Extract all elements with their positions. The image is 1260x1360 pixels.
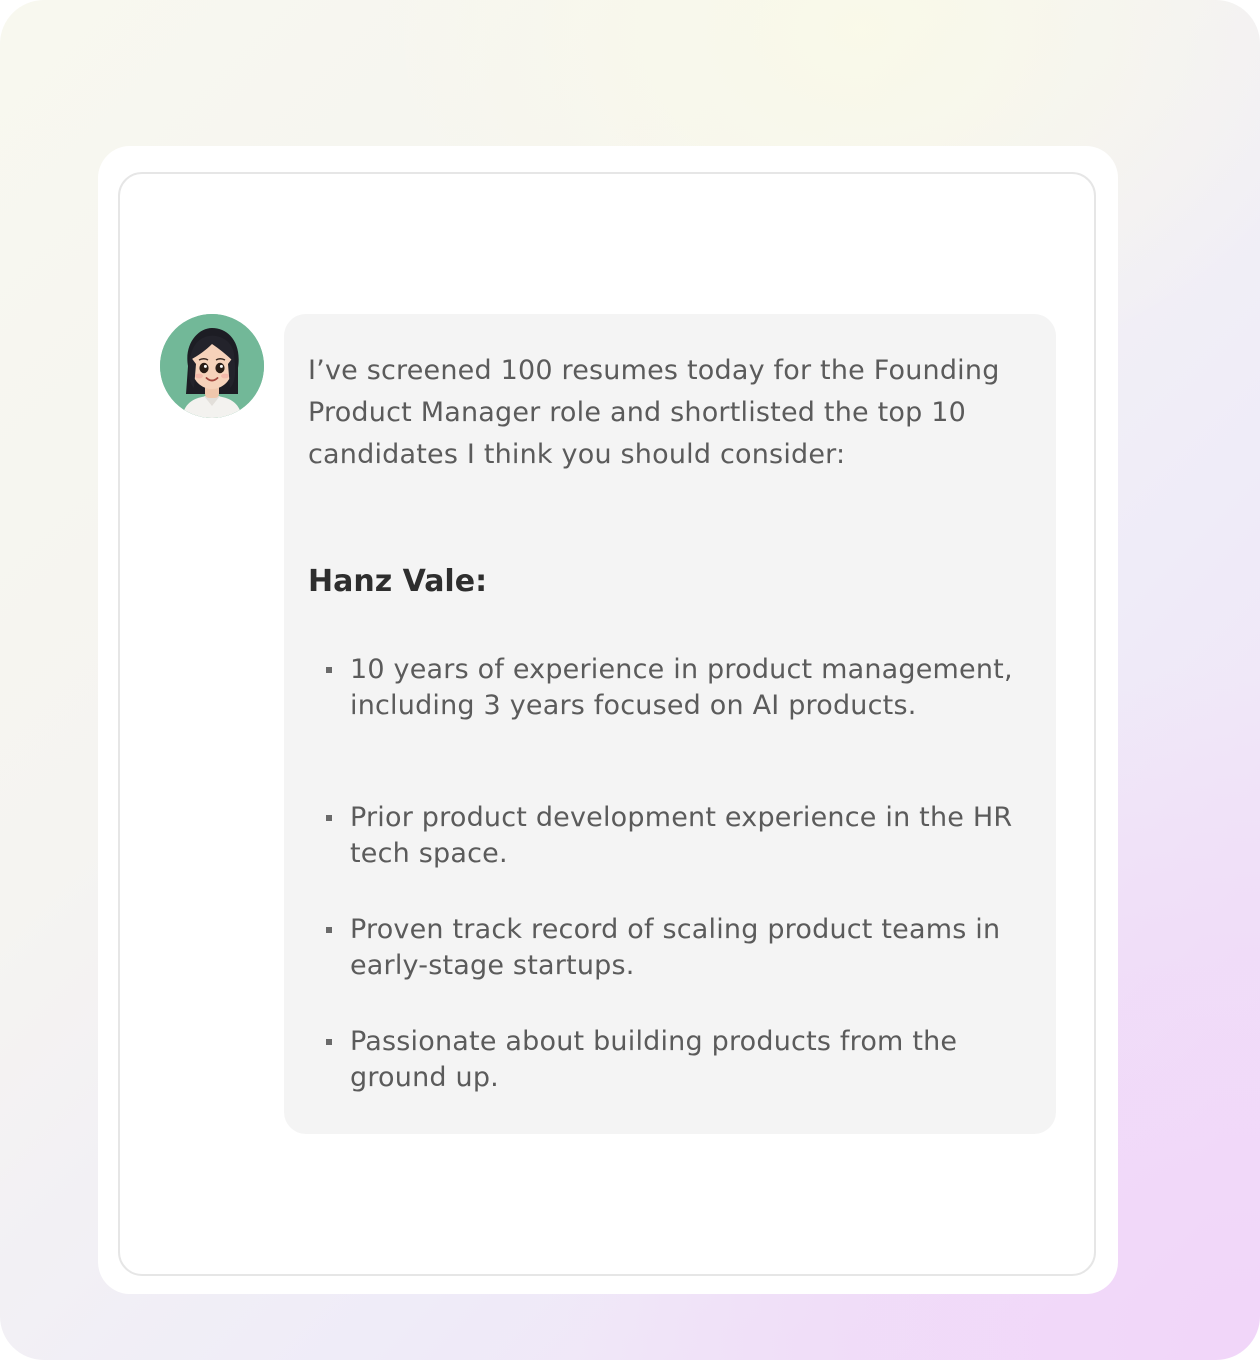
- bullet-marker-icon: [326, 667, 332, 673]
- bullet-marker-icon: [326, 815, 332, 821]
- message-intro-text: I’ve screened 100 resumes today for the …: [308, 355, 1000, 470]
- bullet-marker-icon: [326, 1039, 332, 1045]
- list-item-text: Prior product development experience in …: [350, 802, 1013, 869]
- assistant-avatar-icon: [160, 314, 264, 418]
- background-canvas: I’ve screened 100 resumes today for the …: [0, 0, 1260, 1360]
- assistant-message-bubble: I’ve screened 100 resumes today for the …: [284, 314, 1056, 1134]
- outer-card: I’ve screened 100 resumes today for the …: [98, 146, 1118, 1294]
- list-item-text: 10 years of experience in product manage…: [350, 654, 1013, 721]
- chat-panel: I’ve screened 100 resumes today for the …: [118, 172, 1096, 1276]
- list-item-text: Passionate about building products from …: [350, 1026, 958, 1093]
- bullet-marker-icon: [326, 927, 332, 933]
- candidate-name-heading: Hanz Vale:: [308, 564, 488, 599]
- list-item-text: Proven track record of scaling product t…: [350, 914, 1001, 981]
